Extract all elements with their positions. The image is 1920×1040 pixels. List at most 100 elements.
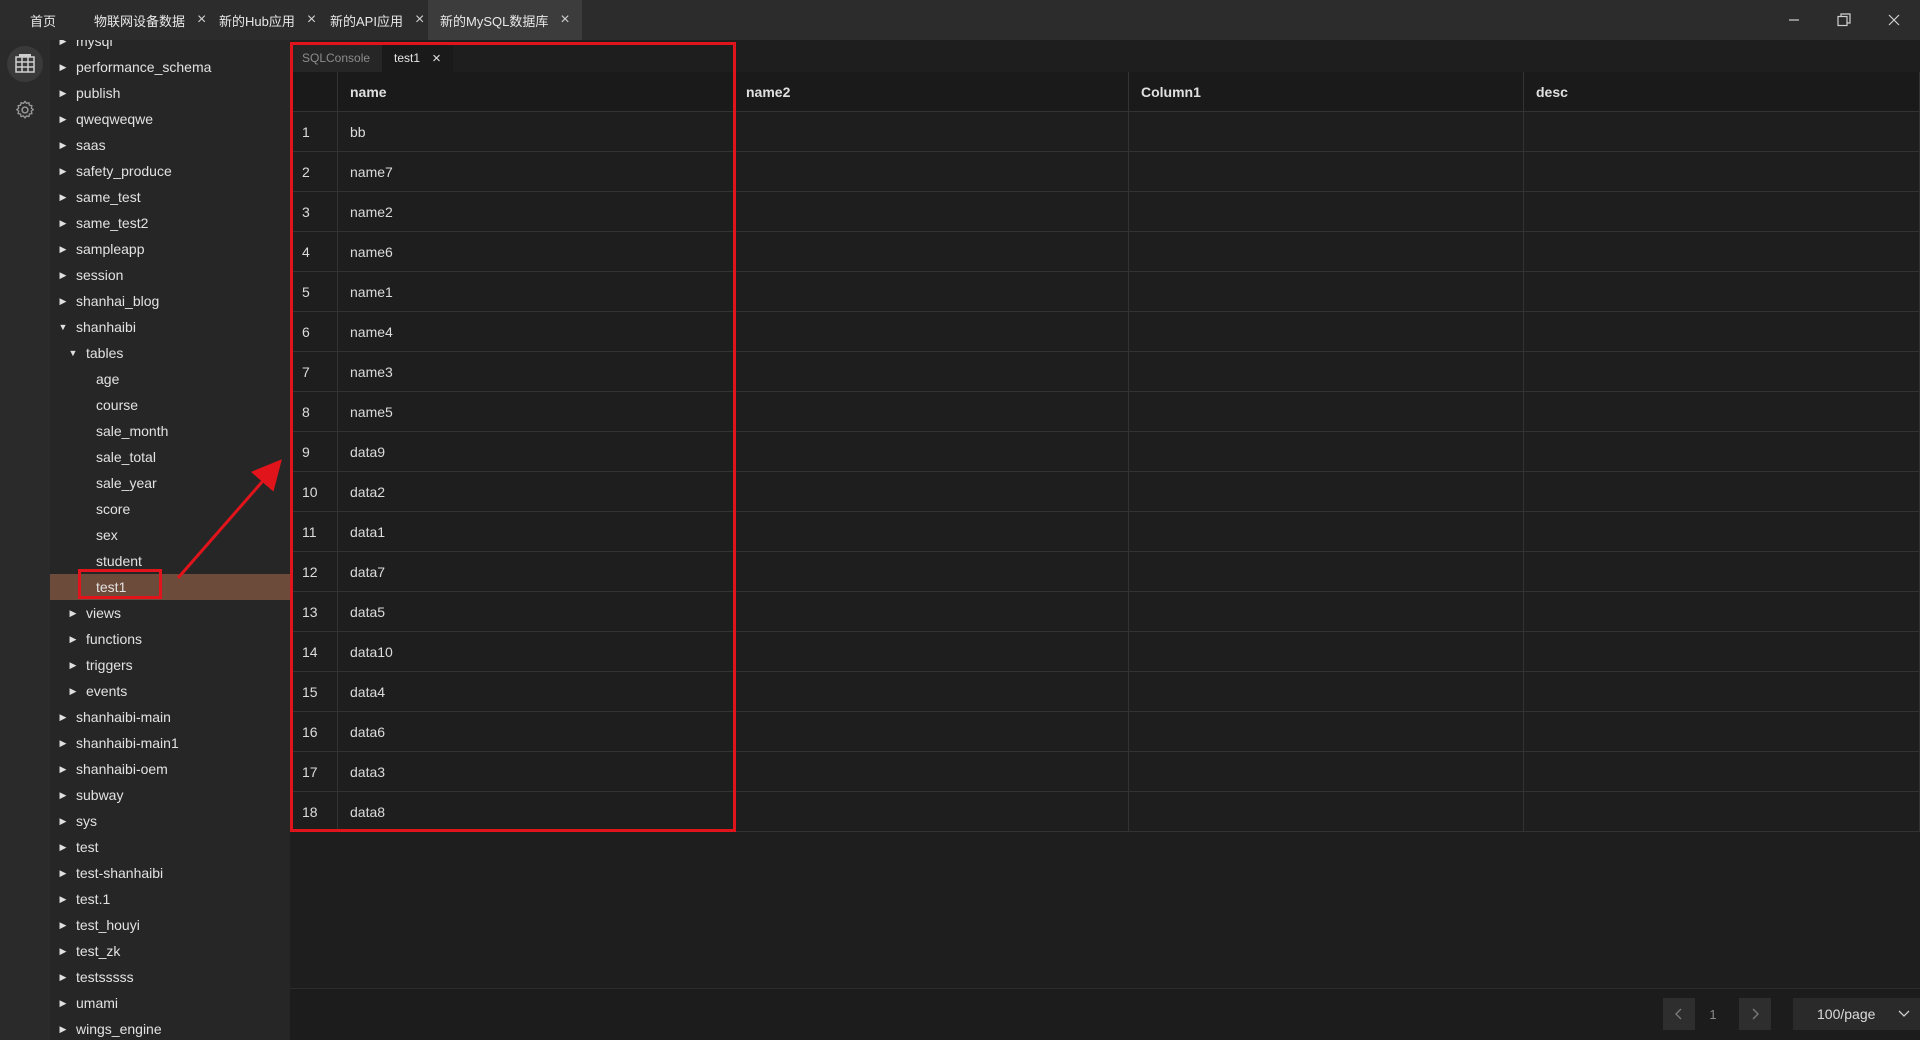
table-row[interactable]: 16 data6 xyxy=(290,712,1920,752)
table-cell[interactable]: data3 xyxy=(338,752,734,792)
table-cell[interactable]: data9 xyxy=(338,432,734,472)
table-row[interactable]: 7 name3 xyxy=(290,352,1920,392)
table-cell[interactable] xyxy=(1524,512,1920,552)
tree-item[interactable]: ▶ wings_engine xyxy=(50,1016,290,1040)
table-row[interactable]: 15 data4 xyxy=(290,672,1920,712)
table-row[interactable]: 3 name2 xyxy=(290,192,1920,232)
table-cell[interactable] xyxy=(734,192,1129,232)
table-cell[interactable] xyxy=(1524,472,1920,512)
table-cell[interactable] xyxy=(1129,192,1524,232)
app-tab[interactable]: 物联网设备数据 × xyxy=(82,0,218,40)
tree-item[interactable]: ▶ session xyxy=(50,262,290,288)
table-cell[interactable] xyxy=(1129,352,1524,392)
tree-item[interactable]: test1 xyxy=(50,574,290,600)
app-tab[interactable]: 新的MySQL数据库 × xyxy=(428,0,582,40)
table-cell[interactable]: data2 xyxy=(338,472,734,512)
caret-right-icon[interactable]: ▶ xyxy=(58,842,68,853)
table-cell[interactable] xyxy=(734,592,1129,632)
caret-right-icon[interactable]: ▶ xyxy=(58,738,68,749)
table-cell[interactable] xyxy=(734,152,1129,192)
tree-item[interactable]: score xyxy=(50,496,290,522)
table-row[interactable]: 5 name1 xyxy=(290,272,1920,312)
tree-item[interactable]: ▶ events xyxy=(50,678,290,704)
table-cell[interactable] xyxy=(1524,592,1920,632)
caret-right-icon[interactable]: ▶ xyxy=(58,790,68,801)
table-cell[interactable] xyxy=(1129,112,1524,152)
tree-item[interactable]: sex xyxy=(50,522,290,548)
caret-right-icon[interactable]: ▶ xyxy=(58,166,68,177)
table-cell[interactable] xyxy=(1524,432,1920,472)
restore-button[interactable] xyxy=(1821,0,1867,40)
table-row[interactable]: 17 data3 xyxy=(290,752,1920,792)
table-cell[interactable]: name6 xyxy=(338,232,734,272)
caret-right-icon[interactable]: ▶ xyxy=(58,218,68,229)
tree-item[interactable]: ▶ functions xyxy=(50,626,290,652)
tree-item[interactable]: ▼ shanhaibi xyxy=(50,314,290,340)
table-cell[interactable] xyxy=(1129,792,1524,832)
tree-item[interactable]: sale_total xyxy=(50,444,290,470)
tree-item[interactable]: ▶ qweqweqwe xyxy=(50,106,290,132)
caret-down-icon[interactable]: ▼ xyxy=(68,348,78,358)
tree-item[interactable]: ▶ views xyxy=(50,600,290,626)
close-window-button[interactable] xyxy=(1871,0,1917,40)
table-cell[interactable]: data8 xyxy=(338,792,734,832)
close-icon[interactable]: × xyxy=(415,12,424,28)
table-cell[interactable] xyxy=(1129,512,1524,552)
tree-item[interactable]: ▶ shanhai_blog xyxy=(50,288,290,314)
table-row[interactable]: 18 data8 xyxy=(290,792,1920,832)
close-icon[interactable]: × xyxy=(307,12,316,28)
tree-item[interactable]: ▶ shanhaibi-oem xyxy=(50,756,290,782)
current-page-number[interactable]: 1 xyxy=(1697,998,1729,1030)
caret-right-icon[interactable]: ▶ xyxy=(58,946,68,957)
table-cell[interactable] xyxy=(1129,672,1524,712)
table-cell[interactable] xyxy=(734,392,1129,432)
table-cell[interactable] xyxy=(734,672,1129,712)
caret-right-icon[interactable]: ▶ xyxy=(58,972,68,983)
table-cell[interactable] xyxy=(1129,592,1524,632)
table-cell[interactable]: name2 xyxy=(338,192,734,232)
tree-item[interactable]: ▶ publish xyxy=(50,80,290,106)
tree-item[interactable]: ▶ sampleapp xyxy=(50,236,290,262)
caret-right-icon[interactable]: ▶ xyxy=(58,140,68,151)
table-row[interactable]: 12 data7 xyxy=(290,552,1920,592)
caret-right-icon[interactable]: ▶ xyxy=(68,634,78,645)
close-icon[interactable]: × xyxy=(197,12,206,28)
tree-item[interactable]: ▶ test_houyi xyxy=(50,912,290,938)
tree-item[interactable]: ▶ shanhaibi-main1 xyxy=(50,730,290,756)
column-header[interactable]: name2 xyxy=(734,72,1129,112)
table-cell[interactable] xyxy=(734,632,1129,672)
table-cell[interactable] xyxy=(1129,432,1524,472)
table-cell[interactable] xyxy=(1524,112,1920,152)
table-cell[interactable] xyxy=(734,112,1129,152)
caret-right-icon[interactable]: ▶ xyxy=(68,660,78,671)
table-cell[interactable] xyxy=(734,352,1129,392)
table-row[interactable]: 8 name5 xyxy=(290,392,1920,432)
table-row[interactable]: 6 name4 xyxy=(290,312,1920,352)
caret-right-icon[interactable]: ▶ xyxy=(58,894,68,905)
table-cell[interactable] xyxy=(1129,312,1524,352)
next-page-button[interactable] xyxy=(1739,998,1771,1030)
table-cell[interactable]: data4 xyxy=(338,672,734,712)
tree-item[interactable]: ▶ saas xyxy=(50,132,290,158)
table-cell[interactable] xyxy=(1129,472,1524,512)
table-row[interactable]: 4 name6 xyxy=(290,232,1920,272)
table-cell[interactable] xyxy=(1524,152,1920,192)
table-cell[interactable] xyxy=(1524,392,1920,432)
caret-right-icon[interactable]: ▶ xyxy=(58,868,68,879)
tree-item[interactable]: ▶ mysql xyxy=(50,40,290,54)
tree-item[interactable]: sale_month xyxy=(50,418,290,444)
tree-item[interactable]: ▶ test_zk xyxy=(50,938,290,964)
tree-item[interactable]: sale_year xyxy=(50,470,290,496)
table-cell[interactable] xyxy=(734,512,1129,552)
table-cell[interactable] xyxy=(734,752,1129,792)
table-cell[interactable] xyxy=(1129,752,1524,792)
table-cell[interactable] xyxy=(1524,672,1920,712)
tree-item[interactable]: student xyxy=(50,548,290,574)
caret-right-icon[interactable]: ▶ xyxy=(58,296,68,307)
tree-item[interactable]: ▶ same_test2 xyxy=(50,210,290,236)
table-row[interactable]: 14 data10 xyxy=(290,632,1920,672)
editor-tab[interactable]: test1 × xyxy=(382,44,453,72)
table-cell[interactable] xyxy=(734,792,1129,832)
table-cell[interactable] xyxy=(1129,152,1524,192)
table-cell[interactable] xyxy=(1524,632,1920,672)
